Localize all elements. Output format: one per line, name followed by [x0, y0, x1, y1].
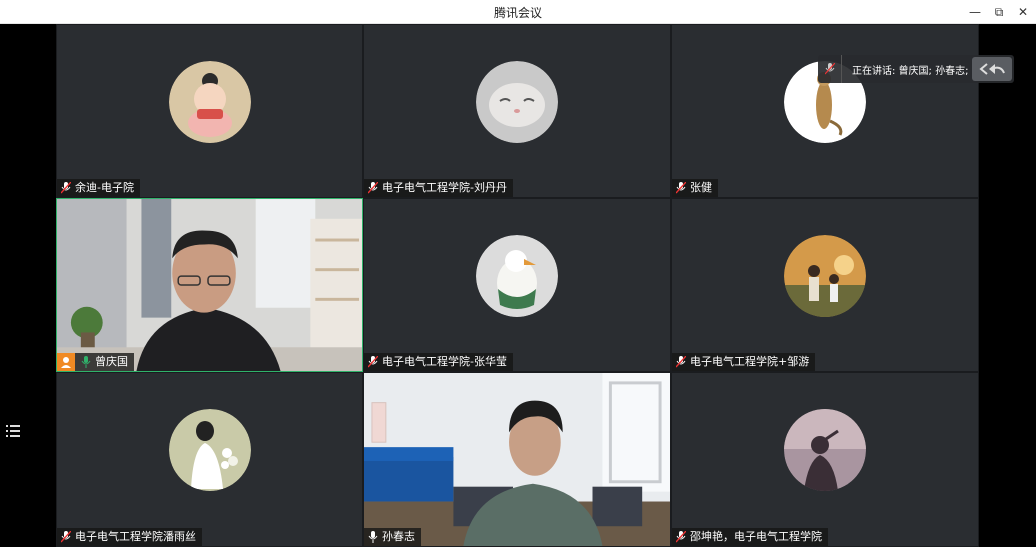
- participant-tile[interactable]: 曾庆国: [56, 198, 363, 372]
- mic-muted-icon: [676, 356, 686, 368]
- mic-muted-icon: [61, 182, 71, 194]
- avatar: [168, 409, 251, 491]
- mic-active-icon: [81, 356, 91, 368]
- participant-tile[interactable]: 电子电气工程学院+邹游: [671, 198, 979, 372]
- collapse-button[interactable]: [972, 57, 1012, 81]
- participant-name: 电子电气工程学院-刘丹丹: [382, 181, 507, 194]
- participant-tile[interactable]: 邵坤艳，电子电气工程学院: [671, 372, 979, 547]
- window-title: 腾讯会议: [493, 6, 542, 20]
- host-icon: [57, 353, 75, 371]
- participant-name: 邵坤艳，电子电气工程学院: [690, 530, 822, 543]
- mic-muted-icon: [676, 182, 686, 194]
- name-tag: 孙春志: [364, 528, 421, 546]
- participant-tile[interactable]: 电子电气工程学院-张华莹: [363, 198, 671, 372]
- name-tag: 电子电气工程学院潘雨丝: [57, 528, 202, 546]
- mic-muted-icon: [368, 182, 378, 194]
- name-tag: 电子电气工程学院-张华莹: [364, 353, 513, 371]
- video-feed: [364, 373, 670, 546]
- collapse-arrow-icon: [979, 63, 1005, 75]
- name-tag: 张健: [672, 179, 718, 197]
- avatar: [168, 61, 251, 143]
- minimize-button[interactable]: —: [966, 4, 984, 20]
- participant-name: 张健: [690, 181, 712, 194]
- avatar: [784, 409, 866, 491]
- video-feed: [57, 199, 362, 371]
- name-tag: 曾庆国: [57, 353, 134, 371]
- speaking-indicator: 正在讲话: 曾庆国; 孙春志;: [818, 55, 1014, 83]
- left-panel: [0, 24, 56, 547]
- participant-tile[interactable]: 电子电气工程学院潘雨丝: [56, 372, 363, 547]
- video-grid: 余迪-电子院 电子电气工程学院-刘丹丹 张健 曾庆国 电子电气工程学院-张华莹 …: [56, 24, 979, 547]
- participant-tile[interactable]: 张健: [671, 24, 979, 198]
- name-tag: 邵坤艳，电子电气工程学院: [672, 528, 828, 546]
- participant-name: 电子电气工程学院-张华莹: [382, 355, 507, 368]
- title-bar: 腾讯会议 — ⧉ ✕: [0, 0, 1036, 24]
- mic-muted-icon: [676, 531, 686, 543]
- participant-name: 曾庆国: [95, 355, 128, 368]
- mic-muted-icon: [61, 531, 71, 543]
- participant-name: 电子电气工程学院+邹游: [690, 355, 810, 368]
- participant-name: 余迪-电子院: [75, 181, 134, 194]
- mic-muted-icon: [368, 356, 378, 368]
- speaker-mic-icon: [818, 55, 842, 83]
- avatar: [476, 235, 558, 317]
- participant-tile[interactable]: 电子电气工程学院-刘丹丹: [363, 24, 671, 198]
- participant-name: 孙春志: [382, 530, 415, 543]
- participant-tile[interactable]: 余迪-电子院: [56, 24, 363, 198]
- right-panel: [979, 24, 1036, 547]
- close-button[interactable]: ✕: [1014, 4, 1032, 20]
- mic-icon: [368, 531, 378, 543]
- participant-tile[interactable]: 孙春志: [363, 372, 671, 547]
- avatar: [784, 235, 866, 317]
- participant-name: 电子电气工程学院潘雨丝: [75, 530, 196, 543]
- restore-button[interactable]: ⧉: [990, 4, 1008, 20]
- name-tag: 电子电气工程学院+邹游: [672, 353, 816, 371]
- speaking-text: 正在讲话: 曾庆国; 孙春志;: [852, 65, 969, 77]
- name-tag: 电子电气工程学院-刘丹丹: [364, 179, 513, 197]
- avatar: [476, 61, 558, 143]
- name-tag: 余迪-电子院: [57, 179, 140, 197]
- list-menu-icon[interactable]: [6, 424, 22, 438]
